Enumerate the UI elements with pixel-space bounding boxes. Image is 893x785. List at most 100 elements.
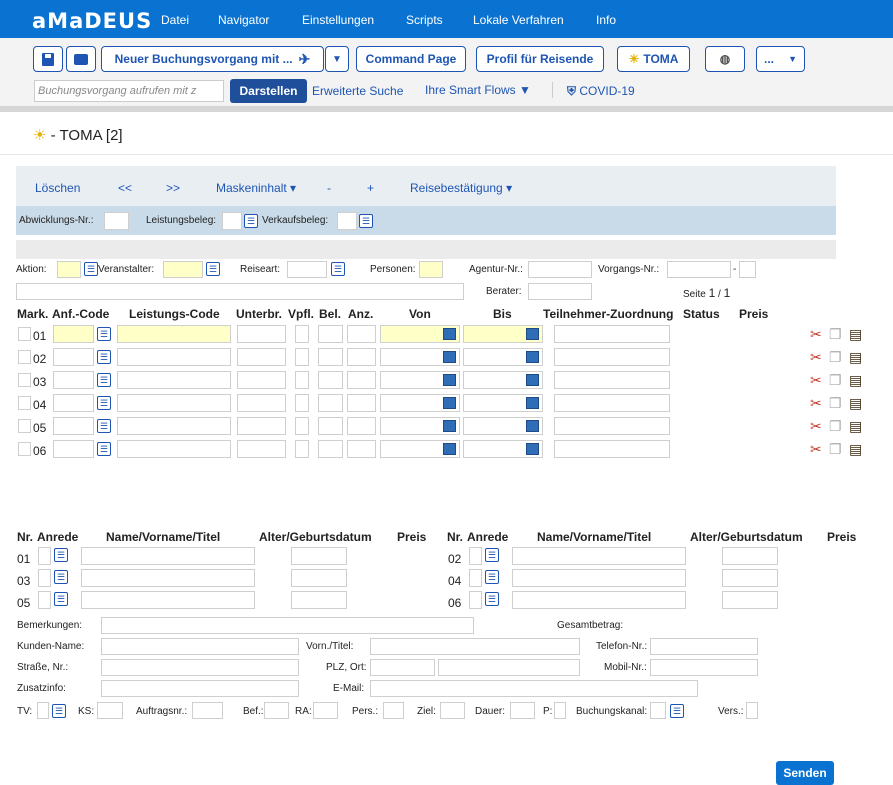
print-button[interactable] [66, 46, 96, 72]
minus-link[interactable]: - [327, 181, 331, 195]
anrede-input[interactable] [38, 569, 51, 587]
anz-input[interactable] [347, 371, 376, 389]
traveler-name-input[interactable] [512, 569, 686, 587]
list-icon[interactable]: ☰ [97, 442, 111, 456]
traveler-age-input[interactable] [722, 591, 778, 609]
bel-input[interactable] [318, 325, 343, 343]
list-icon[interactable]: ☰ [97, 350, 111, 364]
scissors-icon[interactable]: ✂ [810, 350, 822, 364]
menu-navigator[interactable]: Navigator [218, 13, 269, 27]
list-icon[interactable]: ☰ [97, 327, 111, 341]
ks-input[interactable] [97, 702, 123, 719]
list-icon[interactable]: ☰ [52, 704, 66, 718]
list-icon[interactable]: ☰ [206, 262, 220, 276]
tv-input[interactable] [37, 702, 49, 719]
display-button[interactable]: Darstellen [230, 79, 307, 103]
abwicklungs-input[interactable] [104, 212, 129, 230]
auftragsnr-input[interactable] [192, 702, 223, 719]
mask-content-dropdown[interactable]: Maskeninhalt ▾ [216, 181, 296, 195]
email-input[interactable] [370, 680, 698, 697]
smart-flows-link[interactable]: Ihre Smart Flows ▼ [425, 83, 531, 97]
copy-icon[interactable]: ❐ [829, 442, 842, 456]
bel-input[interactable] [318, 440, 343, 458]
vpfl-input[interactable] [295, 348, 309, 366]
anf-code-input[interactable] [53, 371, 94, 389]
teilnehmer-input[interactable] [554, 417, 670, 435]
traveler-age-input[interactable] [291, 569, 347, 587]
calendar-icon[interactable] [443, 374, 456, 386]
calendar-icon[interactable] [526, 351, 539, 363]
list-icon[interactable]: ☰ [485, 592, 499, 606]
booking-search-input[interactable]: Buchungsvorgang aufrufen mit z [34, 80, 224, 102]
anrede-input[interactable] [38, 591, 51, 609]
strasse-input[interactable] [101, 659, 299, 676]
p-input[interactable] [554, 702, 566, 719]
menu-lokale-verfahren[interactable]: Lokale Verfahren [473, 13, 564, 27]
copy-icon[interactable]: ❐ [829, 419, 842, 433]
more-button[interactable]: ... ▼ [756, 46, 805, 72]
vpfl-input[interactable] [295, 371, 309, 389]
clipboard-icon[interactable]: ▤ [849, 373, 862, 387]
command-page-button[interactable]: Command Page [356, 46, 466, 72]
mark-checkbox[interactable] [18, 350, 31, 364]
vpfl-input[interactable] [295, 417, 309, 435]
anrede-input[interactable] [469, 591, 482, 609]
bel-input[interactable] [318, 371, 343, 389]
mark-checkbox[interactable] [18, 396, 31, 410]
anf-code-input[interactable] [53, 325, 94, 343]
bel-input[interactable] [318, 348, 343, 366]
vpfl-input[interactable] [295, 440, 309, 458]
traveler-name-input[interactable] [81, 569, 255, 587]
leistungsbeleg-input[interactable] [222, 212, 242, 230]
next-link[interactable]: >> [166, 181, 180, 195]
clipboard-icon[interactable]: ▤ [849, 442, 862, 456]
calendar-icon[interactable] [443, 420, 456, 432]
mark-checkbox[interactable] [18, 419, 31, 433]
bef-input[interactable] [264, 702, 289, 719]
dauer-input[interactable] [510, 702, 535, 719]
calendar-icon[interactable] [526, 374, 539, 386]
unterbr-input[interactable] [237, 394, 286, 412]
bel-input[interactable] [318, 417, 343, 435]
list-icon[interactable]: ☰ [244, 214, 258, 228]
mark-checkbox[interactable] [18, 442, 31, 456]
telefon-input[interactable] [650, 638, 758, 655]
menu-scripts[interactable]: Scripts [406, 13, 443, 27]
scissors-icon[interactable]: ✂ [810, 442, 822, 456]
menu-einstellungen[interactable]: Einstellungen [302, 13, 374, 27]
plus-link[interactable]: + [367, 181, 374, 195]
anf-code-input[interactable] [53, 417, 94, 435]
anz-input[interactable] [347, 325, 376, 343]
list-icon[interactable]: ☰ [485, 548, 499, 562]
copy-icon[interactable]: ❐ [829, 327, 842, 341]
travel-confirmation-dropdown[interactable]: Reisebestätigung ▾ [410, 181, 512, 195]
traveler-age-input[interactable] [291, 591, 347, 609]
ort-input[interactable] [438, 659, 580, 676]
copy-icon[interactable]: ❐ [829, 396, 842, 410]
mark-checkbox[interactable] [18, 373, 31, 387]
profile-button[interactable]: Profil für Reisende [476, 46, 604, 72]
calendar-icon[interactable] [526, 328, 539, 340]
teilnehmer-input[interactable] [554, 440, 670, 458]
leistungs-code-input[interactable] [117, 371, 231, 389]
vorname-input[interactable] [370, 638, 580, 655]
aktion-input[interactable] [57, 261, 81, 278]
anrede-input[interactable] [469, 547, 482, 565]
unterbr-input[interactable] [237, 417, 286, 435]
leistungs-code-input[interactable] [117, 417, 231, 435]
teilnehmer-input[interactable] [554, 371, 670, 389]
veranstalter-input[interactable] [163, 261, 203, 278]
anrede-input[interactable] [469, 569, 482, 587]
leistungs-code-input[interactable] [117, 440, 231, 458]
copy-icon[interactable]: ❐ [829, 350, 842, 364]
anf-code-input[interactable] [53, 394, 94, 412]
calendar-icon[interactable] [526, 420, 539, 432]
traveler-age-input[interactable] [722, 569, 778, 587]
list-icon[interactable]: ☰ [485, 570, 499, 584]
scissors-icon[interactable]: ✂ [810, 419, 822, 433]
clipboard-icon[interactable]: ▤ [849, 327, 862, 341]
anf-code-input[interactable] [53, 348, 94, 366]
agentur-input[interactable] [528, 261, 592, 278]
reiseart-input[interactable] [287, 261, 327, 278]
wide-input[interactable] [16, 283, 464, 300]
